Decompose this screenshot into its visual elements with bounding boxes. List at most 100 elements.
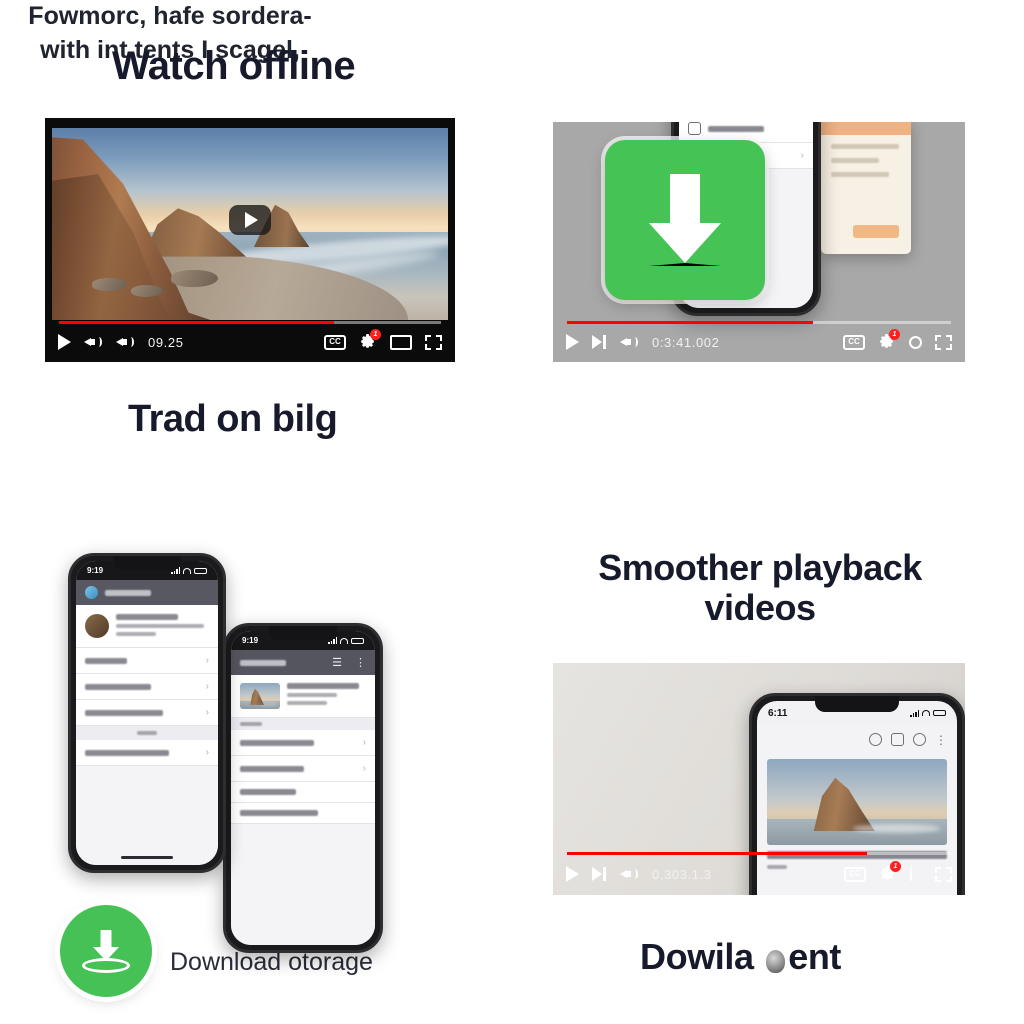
- section-header: [231, 718, 375, 730]
- orange-card-header: [821, 122, 911, 135]
- settings-badge: 1: [889, 329, 900, 340]
- play-button[interactable]: [566, 334, 579, 350]
- status-time: 9:19: [242, 636, 259, 645]
- next-button[interactable]: [592, 866, 607, 882]
- volume-button[interactable]: [620, 334, 639, 350]
- status-time: 9:19: [87, 566, 104, 575]
- fullscreen-icon[interactable]: [425, 334, 442, 350]
- home-indicator: [121, 856, 173, 859]
- volume-alt-button[interactable]: [116, 334, 135, 350]
- phone-mockup-left: 9:19 › › › ›: [68, 553, 226, 873]
- list-item-label: [85, 709, 163, 716]
- caption-trad-on-bilg: Trad on bilg: [128, 398, 338, 440]
- play-button[interactable]: [58, 334, 71, 350]
- chevron-right-icon: ›: [205, 707, 209, 718]
- chevron-right-icon: ›: [205, 655, 209, 666]
- time-display: 0:3:41.002: [652, 334, 720, 350]
- more-vertical-icon[interactable]: ⋮: [355, 656, 366, 669]
- volume-button[interactable]: [620, 866, 639, 882]
- chevron-right-icon: ›: [362, 737, 366, 748]
- section-label: [240, 722, 262, 726]
- settings-gear-icon[interactable]: 1: [359, 329, 381, 351]
- section-divider: [76, 726, 218, 740]
- more-vertical-icon[interactable]: ⋮: [935, 733, 947, 747]
- list-item[interactable]: ›: [231, 730, 375, 756]
- chevron-right-icon: ›: [800, 150, 804, 161]
- fullscreen-icon[interactable]: [935, 334, 952, 350]
- orange-card-button[interactable]: [853, 225, 899, 238]
- settings-badge: 1: [890, 861, 901, 872]
- panel-download-overlay: 8:41: [553, 122, 965, 362]
- player-controls-two[interactable]: 0:3:41.002 CC 1: [553, 320, 965, 362]
- panel-smoother-playback: 6:11 ⋮ 0,303.1.3 CC 1: [553, 663, 965, 895]
- history-icon[interactable]: [869, 733, 882, 746]
- list-item-label: [85, 657, 127, 664]
- list-item[interactable]: [231, 782, 375, 803]
- list-item-label: [708, 125, 764, 132]
- nav-bar: ☰ ⋮: [231, 650, 375, 675]
- battery-icon: [351, 637, 364, 644]
- orange-card-line: [831, 158, 879, 163]
- app-list[interactable]: ☰ ⋮ › ›: [231, 650, 375, 945]
- play-overlay-button[interactable]: [229, 205, 271, 236]
- list-item[interactable]: [231, 803, 375, 824]
- video-player-main[interactable]: 09.25 CC 1: [45, 118, 455, 362]
- panel-phone-pair: 9:19 ☰ ⋮ › › 9:19 › › › ›: [60, 545, 430, 965]
- page-title-watch-offline: Watch offline: [112, 44, 356, 88]
- infographic-canvas: Watch offline Trad on bilg Fowmorc, hafe…: [0, 0, 1024, 1024]
- closed-captions-icon[interactable]: CC: [843, 334, 865, 350]
- orange-card-line: [831, 172, 889, 177]
- list-item[interactable]: ›: [76, 700, 218, 726]
- video-card[interactable]: [231, 675, 375, 718]
- signal-icon: [910, 709, 919, 717]
- play-button[interactable]: [566, 866, 579, 882]
- video-thumbnail[interactable]: [767, 759, 947, 845]
- video-thumbnail: [240, 683, 280, 709]
- account-icon[interactable]: [913, 733, 926, 746]
- download-arrow-icon: [648, 174, 722, 266]
- phone-screen[interactable]: 9:19 › › › ›: [76, 561, 218, 865]
- list-item[interactable]: ›: [76, 740, 218, 766]
- settings-gear-icon[interactable]: 1: [879, 861, 901, 883]
- download-badge-button[interactable]: [60, 905, 152, 997]
- player-controls[interactable]: 09.25 CC 1: [45, 320, 455, 362]
- miniplayer-icon[interactable]: [909, 335, 922, 349]
- list-item-label: [240, 765, 304, 772]
- phone-notch: [269, 626, 337, 640]
- player-controls-four[interactable]: 0,303.1.3 CC 1: [553, 851, 965, 895]
- app-toolbar[interactable]: ⋮: [757, 725, 957, 754]
- caption-dowila-prefix: Dowila: [640, 936, 764, 977]
- wifi-icon: [340, 637, 348, 644]
- video-screen[interactable]: [52, 128, 448, 320]
- list-item[interactable]: ›: [76, 648, 218, 674]
- download-overlay-button[interactable]: [605, 140, 765, 300]
- heading-smoother-playback: Smoother playback videos: [598, 547, 922, 629]
- miniplayer-icon[interactable]: [910, 867, 922, 881]
- hamburger-menu-icon[interactable]: ☰: [332, 656, 342, 669]
- theater-mode-icon[interactable]: [390, 334, 412, 350]
- closed-captions-icon[interactable]: CC: [844, 866, 866, 882]
- next-button[interactable]: [592, 334, 607, 350]
- fullscreen-icon[interactable]: [935, 866, 952, 882]
- settings-gear-icon[interactable]: 1: [878, 329, 900, 351]
- video-card-title: [287, 683, 359, 689]
- volume-button[interactable]: [84, 334, 103, 350]
- app-logo-icon: [85, 586, 98, 599]
- orange-dialog-card: [821, 122, 911, 254]
- profile-card[interactable]: [76, 605, 218, 648]
- phone-screen[interactable]: 9:19 ☰ ⋮ › ›: [231, 631, 375, 945]
- section-label: [137, 731, 157, 735]
- cast-icon[interactable]: [891, 733, 904, 746]
- avatar: [85, 614, 109, 638]
- list-item[interactable]: ›: [76, 674, 218, 700]
- closed-captions-icon[interactable]: CC: [324, 334, 346, 350]
- download-to-tray-icon: [80, 927, 132, 975]
- list-item[interactable]: ›: [231, 756, 375, 782]
- nav-bar: [76, 580, 218, 605]
- caption-dowila-suffix: ent: [788, 936, 842, 977]
- profile-subtitle-line2: [116, 632, 156, 636]
- phone-mockup-right: 9:19 ☰ ⋮ › ›: [223, 623, 383, 953]
- app-list[interactable]: › › › ›: [76, 580, 218, 865]
- list-item-label: [240, 739, 314, 746]
- wifi-icon: [183, 567, 191, 574]
